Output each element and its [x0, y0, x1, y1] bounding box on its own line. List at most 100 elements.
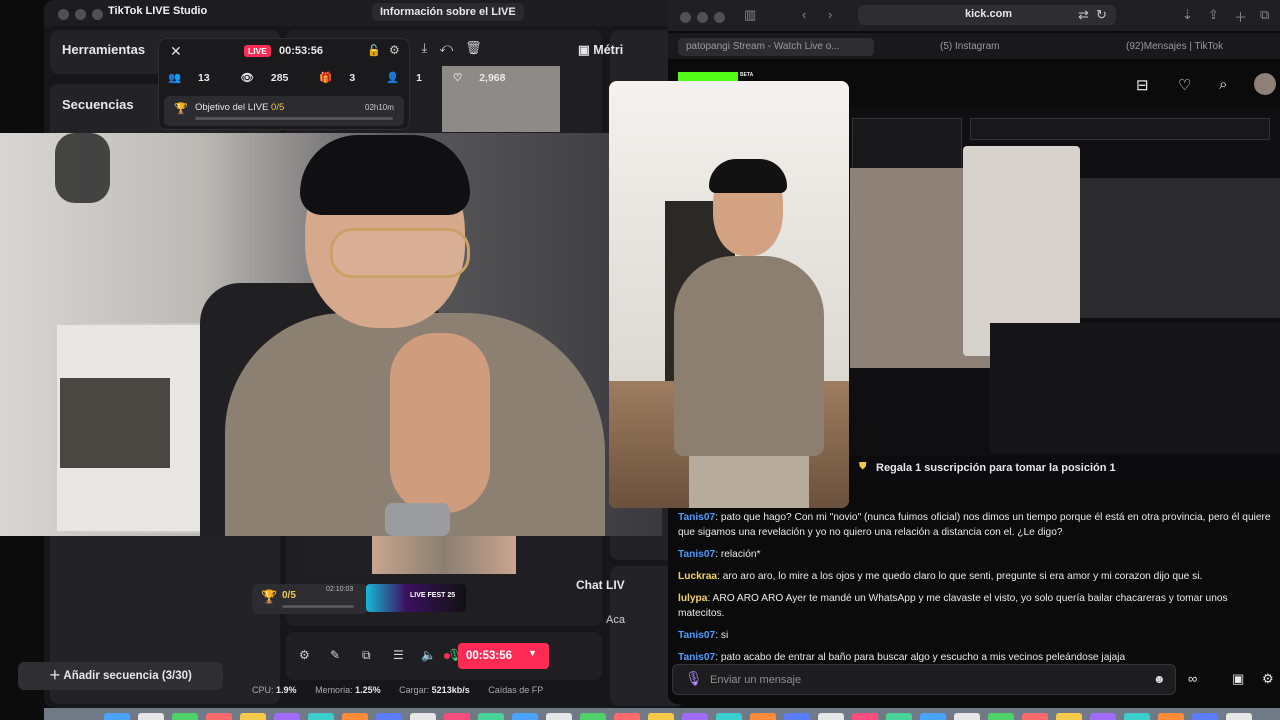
dock-app-icon[interactable]: [818, 713, 844, 720]
chat-text: : relación*: [715, 549, 761, 560]
chat-username[interactable]: Tanis07: [678, 549, 715, 560]
inbox-icon[interactable]: ⊟: [1136, 76, 1149, 94]
gear-icon[interactable]: ⚙: [389, 43, 400, 57]
dock-app-icon[interactable]: [376, 713, 402, 720]
lock-icon[interactable]: 🔓: [367, 44, 381, 57]
dock-app-icon[interactable]: [308, 713, 334, 720]
live-goal-progress: 0/5: [271, 102, 285, 113]
share-icon[interactable]: ⇪: [1208, 7, 1219, 23]
shelf-items: [60, 378, 170, 468]
recursive-browser-frame: [970, 118, 1270, 140]
dock-app-icon[interactable]: [954, 713, 980, 720]
dock-app-icon[interactable]: [852, 713, 878, 720]
upload-value: 5213kb/s: [431, 685, 470, 695]
address-bar-text: kick.com: [965, 8, 1013, 20]
dock-app-icon[interactable]: [444, 713, 470, 720]
translate-icon[interactable]: ⇄: [1078, 7, 1089, 23]
settings-icon[interactable]: ⚙: [299, 648, 310, 662]
tab-tiktok-messages[interactable]: (92)Mensajes | TikTok: [1126, 38, 1276, 56]
dock-app-icon[interactable]: [1192, 713, 1218, 720]
close-icon[interactable]: ✕: [170, 43, 182, 60]
dock-app-icon[interactable]: [1226, 713, 1252, 720]
video-person-hair: [709, 159, 787, 193]
chat-text: : ARO ARO ARO Ayer te mandé un WhatsApp …: [678, 593, 1228, 619]
chat-live-title: Chat LIV: [576, 578, 625, 592]
viewers-value: 13: [198, 72, 210, 84]
trash-icon[interactable]: 🗑: [465, 40, 494, 55]
forward-icon[interactable]: ›: [828, 7, 832, 22]
dock-app-icon[interactable]: [478, 713, 504, 720]
tabs-overview-icon[interactable]: ⧉: [1260, 7, 1269, 23]
dock-app-icon[interactable]: [512, 713, 538, 720]
dock-app-icon[interactable]: [648, 713, 674, 720]
kick-stream-player[interactable]: [850, 108, 1280, 456]
followers-value: 1: [416, 72, 422, 84]
chat-username[interactable]: Luckraa: [678, 571, 717, 582]
align-bottom-icon[interactable]: ⤓: [421, 40, 439, 55]
new-tab-icon[interactable]: ＋: [1234, 7, 1247, 26]
chat-messages: Tanis07: pato que hago? Con mi "novio" (…: [678, 510, 1276, 672]
dock-app-icon[interactable]: [1124, 713, 1150, 720]
add-sequence-button[interactable]: ＋ Añadir secuencia (3/30): [18, 662, 223, 690]
dock-app-icon[interactable]: [988, 713, 1014, 720]
window-controls[interactable]: [58, 7, 109, 25]
dock-app-icon[interactable]: [886, 713, 912, 720]
speaker-icon[interactable]: 🔈: [421, 648, 436, 662]
download-icon[interactable]: ⇣: [1182, 7, 1193, 23]
tab-instagram[interactable]: (5) Instagram: [940, 38, 1120, 56]
dock-app-icon[interactable]: [1056, 713, 1082, 720]
dock-app-icon[interactable]: [716, 713, 742, 720]
chat-username[interactable]: lulypa: [678, 593, 707, 604]
emoji-icon[interactable]: ☻: [1153, 672, 1166, 686]
reload-icon[interactable]: ↻: [1096, 7, 1107, 23]
undo-icon[interactable]: ↶: [439, 40, 465, 55]
dock-app-icon[interactable]: [546, 713, 572, 720]
settings-icon[interactable]: ⚙: [1262, 671, 1274, 687]
goal-widget-value: 0/5: [282, 590, 296, 601]
dock-app-icon[interactable]: [1022, 713, 1048, 720]
dock-app-icon[interactable]: [580, 713, 606, 720]
dock-app-icon[interactable]: [410, 713, 436, 720]
dock-app-icon[interactable]: [240, 713, 266, 720]
dock-app-icon[interactable]: [172, 713, 198, 720]
chat-username[interactable]: Tanis07: [678, 512, 715, 523]
dock-app-icon[interactable]: [682, 713, 708, 720]
gift-box-icon[interactable]: ▣: [1232, 671, 1244, 687]
magic-wand-icon[interactable]: ✎: [330, 648, 340, 662]
dock-app-icon[interactable]: [138, 713, 164, 720]
chat-message: Tanis07: pato acabo de entrar al baño pa…: [678, 650, 1276, 665]
dock-app-icon[interactable]: [1090, 713, 1116, 720]
window-controls[interactable]: [680, 10, 731, 28]
sliders-icon[interactable]: ☰: [393, 648, 404, 662]
back-icon[interactable]: ‹: [802, 7, 806, 22]
tab-kick[interactable]: patopangi Stream - Watch Live o...: [678, 38, 874, 56]
chat-username[interactable]: Tanis07: [678, 630, 715, 641]
avatar[interactable]: [1254, 73, 1276, 95]
heart-icon[interactable]: ♡: [1178, 76, 1191, 94]
live-duration: 00:53:56: [279, 45, 324, 57]
standing-video: [609, 81, 849, 508]
search-icon[interactable]: ⌕: [1219, 76, 1227, 93]
dock-app-icon[interactable]: [1158, 713, 1184, 720]
dock-app-icon[interactable]: [274, 713, 300, 720]
pinned-message-text: Regala 1 suscripción para tomar la posic…: [876, 462, 1116, 474]
dock-app-icon[interactable]: [342, 713, 368, 720]
dock-app-icon[interactable]: [206, 713, 232, 720]
recursive-chat: [990, 323, 1280, 453]
dock-app-icon[interactable]: [104, 713, 130, 720]
dock-app-icon[interactable]: [614, 713, 640, 720]
goal-widget-progress: [282, 605, 354, 608]
recursive-scene: [1080, 178, 1280, 318]
chat-text: : aro aro aro, lo mire a los ojos y me q…: [717, 571, 1203, 582]
infinity-icon[interactable]: ∞: [1188, 671, 1197, 686]
dock-app-icon[interactable]: [784, 713, 810, 720]
chevron-down-icon[interactable]: ▼: [528, 648, 537, 658]
microphone-icon[interactable]: 🎙: [685, 670, 703, 687]
chat-username[interactable]: Tanis07: [678, 652, 715, 663]
screen-icon[interactable]: ⧉: [362, 648, 371, 663]
users-icon: 👥: [168, 72, 182, 84]
dock-app-icon[interactable]: [750, 713, 776, 720]
live-info-button[interactable]: Información sobre el LIVE: [372, 3, 524, 21]
sidebar-icon[interactable]: ▥: [744, 7, 756, 23]
dock-app-icon[interactable]: [920, 713, 946, 720]
